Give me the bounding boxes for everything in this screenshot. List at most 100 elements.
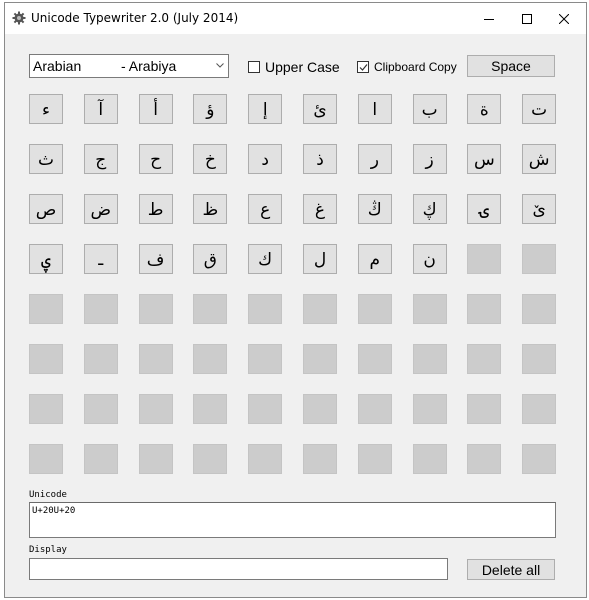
empty-key (248, 294, 283, 324)
empty-key (193, 344, 228, 374)
empty-key (412, 394, 447, 424)
window-title: Unicode Typewriter 2.0 (July 2014) (31, 11, 239, 25)
character-key[interactable]: ض (83, 194, 118, 224)
character-key[interactable]: غ (303, 194, 337, 224)
character-key[interactable]: ش (522, 144, 557, 174)
empty-key (522, 294, 557, 324)
character-key[interactable]: ل (303, 244, 337, 274)
space-button[interactable]: Space (467, 55, 555, 77)
empty-key (522, 444, 557, 474)
character-key[interactable]: ت (522, 94, 557, 124)
empty-key (467, 444, 502, 474)
maximize-button[interactable] (509, 3, 545, 34)
empty-key (138, 444, 173, 474)
close-icon (559, 13, 569, 24)
character-key[interactable]: م (357, 244, 392, 274)
display-label: Display (29, 545, 67, 555)
unicode-label: Unicode (29, 490, 67, 500)
upper-case-box[interactable] (248, 61, 260, 73)
character-key[interactable]: ذ (303, 144, 337, 174)
character-key[interactable]: ع (248, 194, 283, 224)
empty-key (248, 394, 283, 424)
character-key[interactable]: س (467, 144, 502, 174)
minimize-button[interactable] (471, 3, 507, 34)
empty-key (193, 294, 228, 324)
empty-key (412, 344, 447, 374)
delete-all-button[interactable]: Delete all (467, 559, 555, 580)
character-key[interactable]: ط (138, 194, 173, 224)
character-key[interactable]: ح (138, 144, 173, 174)
minimize-icon (484, 18, 494, 20)
character-key[interactable]: ا (357, 94, 392, 124)
character-key[interactable]: د (248, 144, 283, 174)
chevron-down-icon (216, 63, 224, 68)
character-key[interactable]: ج (83, 144, 118, 174)
character-key[interactable]: خ (193, 144, 228, 174)
empty-key (522, 344, 557, 374)
unicode-textarea[interactable]: U+20U+20 (29, 502, 556, 538)
empty-key (522, 394, 557, 424)
empty-key (138, 394, 173, 424)
character-key[interactable]: ن (412, 244, 447, 274)
character-key[interactable]: ـ (83, 244, 118, 274)
checkmark-icon (359, 64, 368, 71)
empty-key (29, 394, 63, 424)
character-key[interactable]: آ (83, 94, 118, 124)
character-key[interactable]: ێ (522, 194, 557, 224)
character-key[interactable]: ڭ (357, 194, 392, 224)
character-key[interactable]: ڮ (412, 194, 447, 224)
character-key[interactable]: ۑ (29, 244, 63, 274)
character-key[interactable]: أ (138, 94, 173, 124)
empty-key (357, 344, 392, 374)
character-key[interactable]: ك (248, 244, 283, 274)
character-key[interactable]: ة (467, 94, 502, 124)
close-button[interactable] (546, 3, 582, 34)
character-key[interactable]: إ (248, 94, 283, 124)
empty-key (83, 344, 118, 374)
empty-key (29, 294, 63, 324)
empty-key (138, 294, 173, 324)
character-key[interactable]: ث (29, 144, 63, 174)
clipboard-copy-checkbox[interactable]: Clipboard Copy (357, 60, 457, 74)
empty-key (357, 394, 392, 424)
empty-key (412, 294, 447, 324)
character-key[interactable]: ؤ (193, 94, 228, 124)
empty-key (467, 394, 502, 424)
character-key[interactable]: ۍ (467, 194, 502, 224)
language-native-name: - Arabiya (121, 58, 177, 74)
empty-key (193, 394, 228, 424)
empty-key (193, 444, 228, 474)
character-key[interactable]: ف (138, 244, 173, 274)
character-key[interactable]: ئ (303, 94, 337, 124)
title-bar[interactable]: Unicode Typewriter 2.0 (July 2014) (5, 3, 586, 34)
empty-key (303, 294, 337, 324)
clipboard-copy-box[interactable] (357, 61, 369, 73)
character-key[interactable]: ز (412, 144, 447, 174)
character-key[interactable]: ق (193, 244, 228, 274)
empty-key (303, 394, 337, 424)
empty-key (248, 444, 283, 474)
language-name: Arabian (33, 58, 82, 74)
empty-key (522, 244, 557, 274)
empty-key (29, 344, 63, 374)
empty-key (29, 444, 63, 474)
app-window: Unicode Typewriter 2.0 (July 2014) Arabi… (4, 2, 587, 598)
upper-case-checkbox[interactable]: Upper Case (248, 59, 340, 75)
language-select[interactable]: Arabian - Arabiya (29, 54, 229, 78)
empty-key (357, 444, 392, 474)
display-input[interactable] (29, 558, 448, 580)
empty-key (248, 344, 283, 374)
character-key[interactable]: ب (412, 94, 447, 124)
empty-key (412, 444, 447, 474)
empty-key (303, 344, 337, 374)
empty-key (467, 294, 502, 324)
empty-key (138, 344, 173, 374)
character-key[interactable]: ظ (193, 194, 228, 224)
empty-key (467, 344, 502, 374)
gear-icon (12, 11, 26, 25)
character-key[interactable]: ر (357, 144, 392, 174)
character-key[interactable]: ص (29, 194, 63, 224)
character-key[interactable]: ء (29, 94, 63, 124)
empty-key (83, 294, 118, 324)
empty-key (357, 294, 392, 324)
